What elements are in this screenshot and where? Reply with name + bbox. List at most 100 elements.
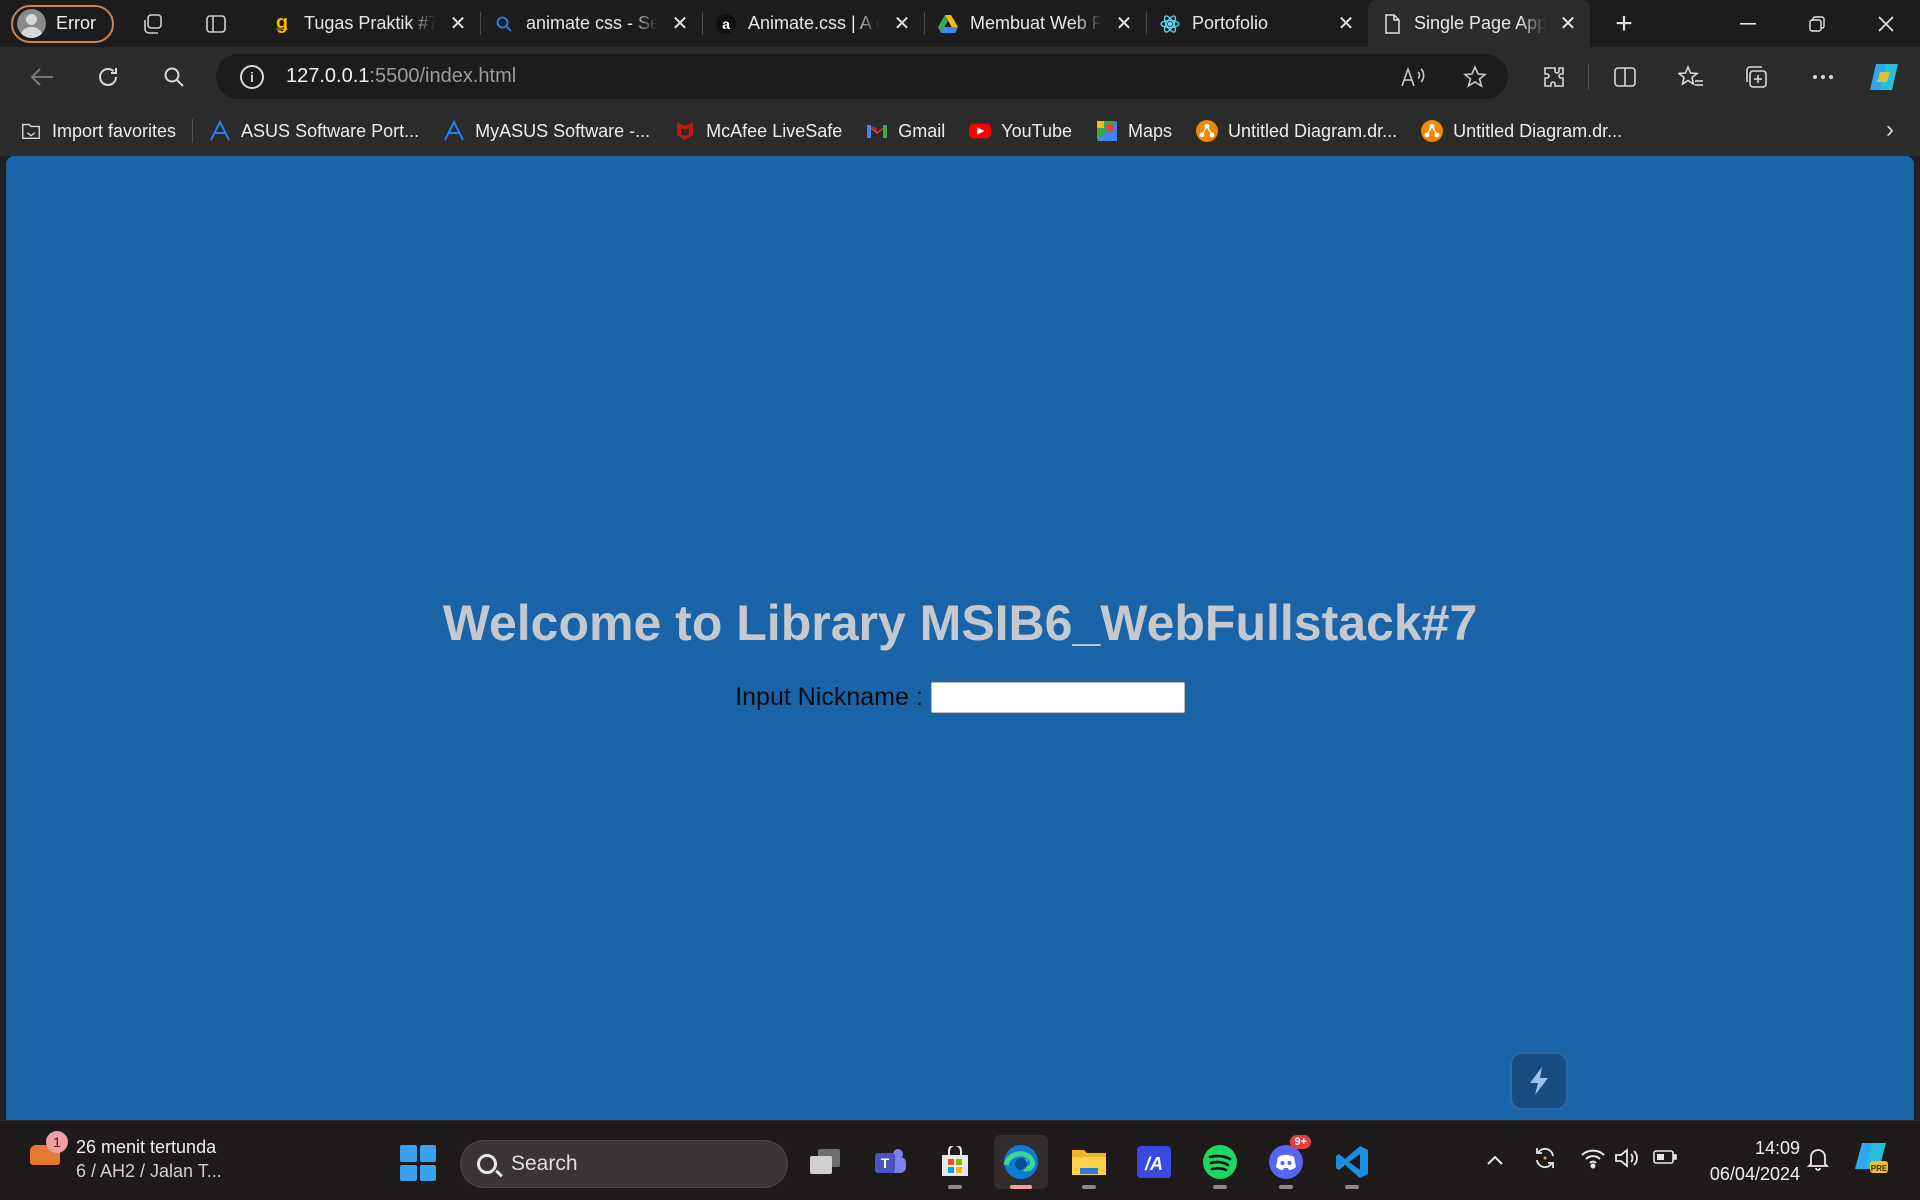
traffic-widget[interactable]: 1 26 menit tertunda 6 / AH2 / Jalan T... [28,1131,222,1183]
task-view-icon[interactable] [798,1135,852,1189]
favorites-item-import[interactable]: Import favorites [8,111,188,151]
favorite-star-icon[interactable] [1460,62,1490,92]
url-host: 127.0.0.1 [286,65,370,87]
taskbar: 1 26 menit tertunda 6 / AH2 / Jalan T...… [0,1120,1920,1200]
spotify-icon[interactable] [1193,1135,1247,1189]
favorites-item-label: ASUS Software Port... [241,120,420,141]
svg-text:PRE: PRE [1871,1164,1888,1173]
tab-animate-search[interactable]: animate css - Search ✕ [480,0,702,47]
close-icon[interactable]: ✕ [1558,11,1578,36]
new-tab-button[interactable]: + [1604,4,1644,44]
edge-icon[interactable] [994,1135,1048,1189]
clock-date: 06/04/2024 [1709,1164,1800,1184]
favorites-item-maps[interactable]: Maps [1084,111,1184,151]
refresh-button[interactable] [88,57,128,97]
favorites-item-youtube[interactable]: YouTube [957,111,1084,151]
address-toolbar: i 127.0.0.1:5500/index.html [0,47,1920,106]
discord-icon[interactable]: 9+ [1259,1135,1313,1189]
restore-button[interactable] [1782,0,1851,47]
favorites-item-diagram-2[interactable]: Untitled Diagram.dr... [1409,111,1634,151]
ai-app-icon[interactable]: /A [1127,1135,1181,1189]
favorites-item-mcafee[interactable]: McAfee LiveSafe [662,111,854,151]
url-path: :5500/index.html [369,65,517,87]
tab-title: Tugas Praktik #7 - MSIB [304,13,436,33]
toolbar-divider [1588,64,1589,90]
sync-icon[interactable] [1532,1145,1558,1177]
tab-tugas-praktik[interactable]: ǥ Tugas Praktik #7 - MSIB ✕ [258,0,480,47]
g-logo-icon: ǥ [275,12,289,34]
tab-title: Animate.css | A cross-browser library [748,13,880,33]
teams-icon[interactable]: T [863,1135,917,1189]
chevron-up-icon[interactable] [1486,1149,1504,1172]
clock[interactable]: 14:09 06/04/2024 [1700,1135,1800,1187]
running-indicator [1082,1185,1096,1189]
extensions-icon[interactable] [1534,57,1574,97]
chevron-right-icon[interactable]: › [1886,116,1894,144]
vscode-icon[interactable] [1325,1135,1379,1189]
more-options-icon[interactable] [1803,57,1843,97]
live-server-icon[interactable] [1510,1052,1568,1110]
favorites-item-label: MyASUS Software -... [475,120,651,141]
collections-icon[interactable] [1737,57,1777,97]
close-icon[interactable]: ✕ [670,11,690,36]
volume-icon[interactable] [1614,1147,1642,1175]
tab-membuat-web[interactable]: Membuat Web Fullstack ✕ [924,0,1146,47]
tab-actions-icon[interactable] [196,4,236,44]
copilot-taskbar-icon[interactable]: PRE [1852,1141,1890,1181]
close-icon[interactable]: ✕ [1114,11,1134,36]
file-explorer-icon[interactable] [1062,1135,1116,1189]
split-screen-icon[interactable] [1605,57,1645,97]
page-icon [1382,13,1402,34]
tab-title: Single Page Application [1414,13,1546,33]
asus-icon [443,120,465,142]
close-icon[interactable]: ✕ [892,11,912,36]
favorites-item-label: Gmail [898,120,946,141]
favorites-item-asus-software[interactable]: ASUS Software Port... [197,111,431,151]
profile-button[interactable]: Error [11,4,114,43]
start-button[interactable] [400,1145,436,1181]
profile-label: Error [56,13,96,33]
nickname-form: Input Nickname : [6,682,1914,713]
tab-portofolio[interactable]: Portofolio ✕ [1146,0,1368,47]
tab-title: animate css - Search [526,13,658,33]
copilot-icon[interactable] [1864,57,1904,97]
favorites-item-gmail[interactable]: Gmail [854,111,957,151]
favorites-item-label: Untitled Diagram.dr... [1228,120,1398,141]
favorites-item-diagram-1[interactable]: Untitled Diagram.dr... [1184,111,1409,151]
wifi-icon[interactable] [1580,1147,1606,1175]
drawio-icon [1421,120,1444,142]
widget-subtitle: 6 / AH2 / Jalan T... [76,1161,222,1181]
close-icon[interactable]: ✕ [448,11,468,36]
back-button[interactable] [22,57,62,97]
search-icon[interactable] [154,57,194,97]
favorites-item-label: McAfee LiveSafe [706,120,843,141]
favorites-icon[interactable] [1671,57,1711,97]
svg-text:T: T [881,1155,890,1171]
animate-logo-icon: a [716,13,736,34]
url-text[interactable]: 127.0.0.1:5500/index.html [286,65,516,88]
site-info-icon[interactable]: i [240,64,264,89]
workspaces-icon[interactable] [133,4,173,44]
read-aloud-icon[interactable] [1398,62,1428,92]
gmail-icon [866,120,888,142]
battery-icon[interactable] [1652,1148,1678,1172]
youtube-icon [969,120,992,142]
favorites-item-myasus[interactable]: MyASUS Software -... [431,111,662,151]
svg-text:/A: /A [1144,1154,1163,1174]
address-bar[interactable]: i 127.0.0.1:5500/index.html [216,54,1508,99]
running-indicator [1010,1185,1032,1189]
taskbar-search[interactable]: Search [460,1140,788,1188]
nickname-label: Input Nickname : [735,683,923,711]
page-viewport: Welcome to Library MSIB6_WebFullstack#7 … [6,156,1914,1120]
nickname-input[interactable] [930,682,1185,713]
tab-animate-css[interactable]: a Animate.css | A cross-browser library … [702,0,924,47]
tab-strip: Error ǥ Tugas Praktik #7 - MSIB ✕ animat… [0,0,1920,47]
running-indicator [1345,1185,1359,1189]
search-icon [477,1154,497,1174]
store-icon[interactable] [928,1135,982,1189]
close-icon[interactable]: ✕ [1336,11,1356,36]
tab-single-page-app[interactable]: Single Page Application ✕ [1368,0,1590,47]
close-window-button[interactable] [1851,0,1920,47]
notifications-icon[interactable] [1806,1147,1830,1177]
minimize-button[interactable] [1713,0,1782,47]
